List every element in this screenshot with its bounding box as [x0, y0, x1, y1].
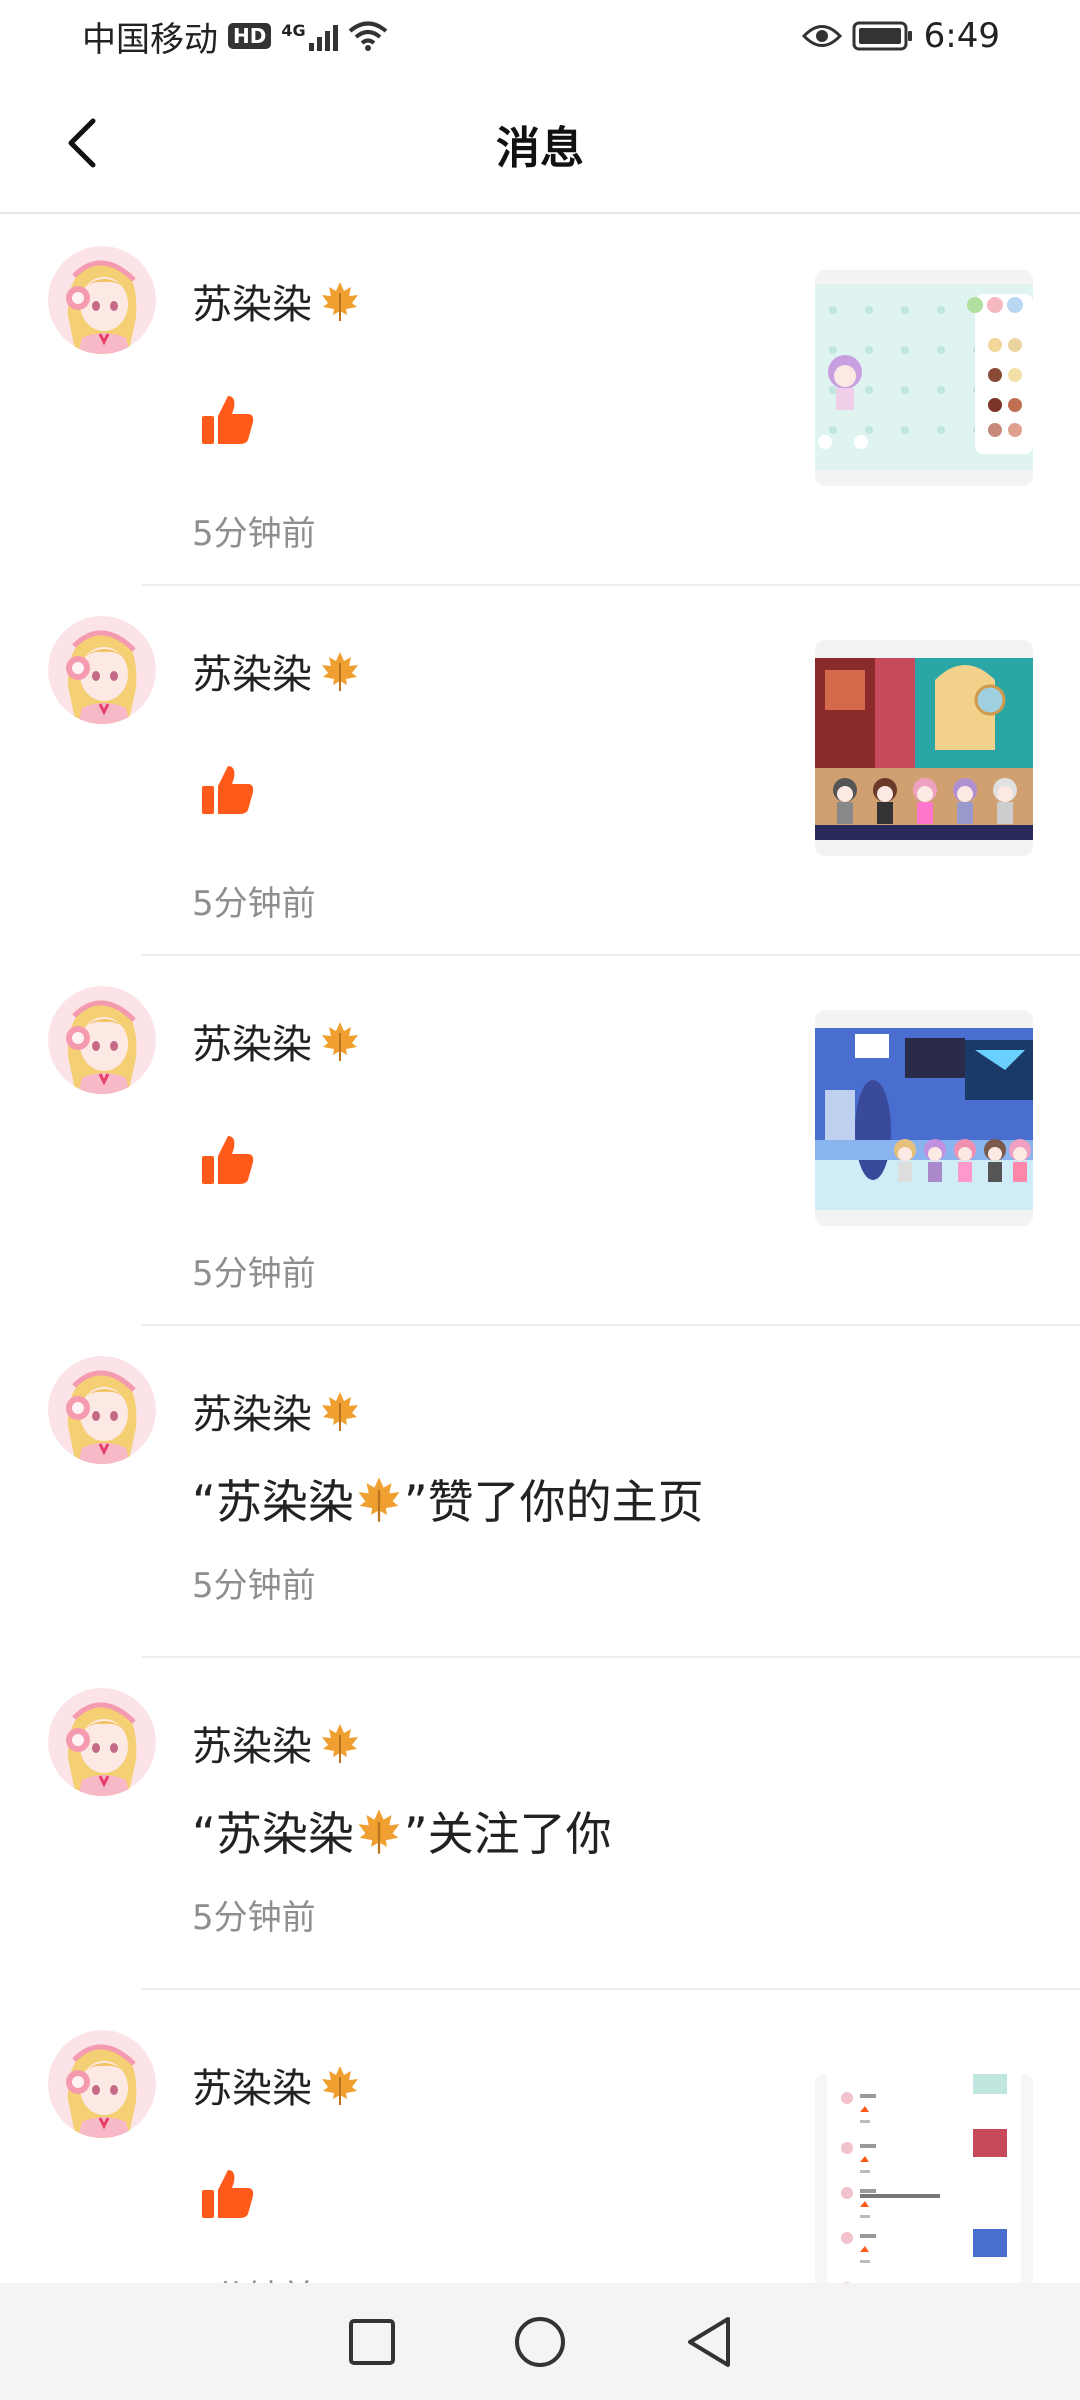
maple-leaf-icon — [322, 652, 358, 691]
status-right: 6:49 — [801, 16, 1000, 56]
status-bar: 中国移动 HD 4G 6:49 — [0, 0, 1080, 72]
signal-icon: 4G — [281, 21, 338, 51]
list-item[interactable]: 苏染染 5分钟前 — [0, 586, 1080, 956]
hd-badge: HD — [228, 23, 272, 49]
username: 苏染染 — [192, 2056, 362, 2114]
maple-leaf-icon — [322, 2066, 358, 2105]
carrier-label: 中国移动 — [82, 19, 218, 60]
message-text: “苏染染 ”关注了你 — [192, 1807, 612, 1861]
avatar[interactable] — [48, 2030, 156, 2138]
post-thumbnail[interactable] — [815, 640, 1033, 856]
maple-leaf-icon — [358, 1809, 400, 1854]
list-item[interactable]: 苏染染 “苏染染 ”赞了你的主页 5分钟前 — [0, 1326, 1080, 1658]
thumbs-up-icon — [202, 1136, 254, 1184]
username: 苏染染 — [192, 1714, 362, 1772]
avatar[interactable] — [48, 986, 156, 1094]
thumbs-up-icon — [202, 396, 254, 444]
thumbs-up-icon — [202, 766, 254, 814]
maple-leaf-icon — [322, 282, 358, 321]
maple-leaf-icon — [322, 1392, 358, 1431]
message-text: “苏染染 ”赞了你的主页 — [192, 1475, 704, 1529]
message-list: 苏染染 5分钟前 苏染染 5分钟前 苏染染 5分钟前 苏染染 “苏染染 ”赞了你… — [0, 216, 1080, 2350]
avatar[interactable] — [48, 246, 156, 354]
header: 消息 — [0, 72, 1080, 214]
username: 苏染染 — [192, 1012, 362, 1070]
square-icon[interactable] — [347, 2317, 397, 2367]
wifi-icon — [348, 21, 387, 51]
avatar[interactable] — [48, 1688, 156, 1796]
clock: 6:49 — [923, 16, 1000, 56]
status-left: 中国移动 HD 4G — [82, 12, 388, 61]
battery-icon — [852, 21, 912, 51]
post-thumbnail[interactable] — [815, 270, 1033, 486]
timestamp: 5分钟前 — [192, 1254, 316, 1294]
username: 苏染染 — [192, 1382, 362, 1440]
maple-leaf-icon — [358, 1477, 400, 1522]
timestamp: 5分钟前 — [192, 514, 316, 554]
maple-leaf-icon — [322, 1022, 358, 1061]
eye-icon — [801, 25, 842, 47]
list-item[interactable]: 苏染染 5分钟前 — [0, 216, 1080, 586]
maple-leaf-icon — [322, 1724, 358, 1763]
post-thumbnail[interactable] — [815, 2074, 1033, 2290]
timestamp: 5分钟前 — [192, 1898, 316, 1938]
username: 苏染染 — [192, 272, 362, 330]
thumbs-up-icon — [202, 2170, 254, 2218]
system-nav-bar — [0, 2283, 1080, 2400]
page-title: 消息 — [496, 123, 584, 174]
network-type: 4G — [281, 21, 306, 40]
avatar[interactable] — [48, 616, 156, 724]
triangle-back-icon[interactable] — [684, 2315, 734, 2369]
avatar[interactable] — [48, 1356, 156, 1464]
post-thumbnail[interactable] — [815, 1010, 1033, 1226]
username: 苏染染 — [192, 642, 362, 700]
timestamp: 5分钟前 — [192, 884, 316, 924]
timestamp: 5分钟前 — [192, 1566, 316, 1606]
list-item[interactable]: 苏染染 “苏染染 ”关注了你 5分钟前 — [0, 1658, 1080, 1990]
list-item[interactable]: 苏染染 5分钟前 — [0, 956, 1080, 1326]
circle-icon[interactable] — [513, 2315, 567, 2369]
